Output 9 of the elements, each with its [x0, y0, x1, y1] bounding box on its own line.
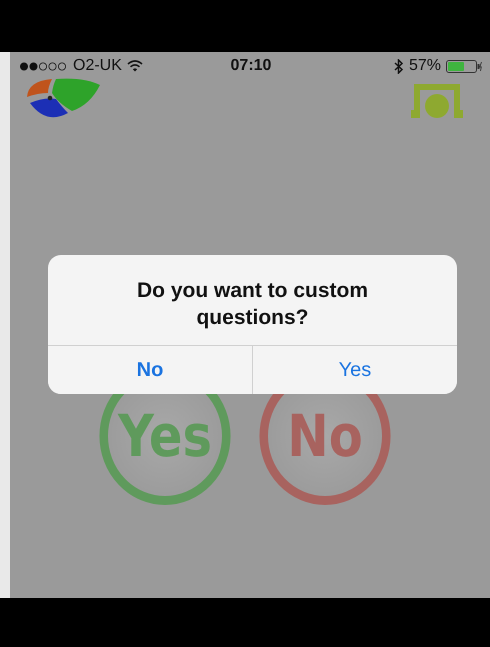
dialog-button[interactable]: Yes: [252, 346, 457, 394]
battery-percent: 57%: [408, 57, 441, 75]
signal-icon: [20, 62, 68, 70]
dialog-message: Do you want to custom questions?: [136, 278, 369, 331]
bluetooth-icon: [394, 58, 404, 74]
battery-icon: [446, 60, 482, 72]
status-time: 07:10: [230, 57, 272, 75]
wifi-icon: [126, 60, 143, 72]
carrier-name: O2-UK: [73, 57, 122, 75]
